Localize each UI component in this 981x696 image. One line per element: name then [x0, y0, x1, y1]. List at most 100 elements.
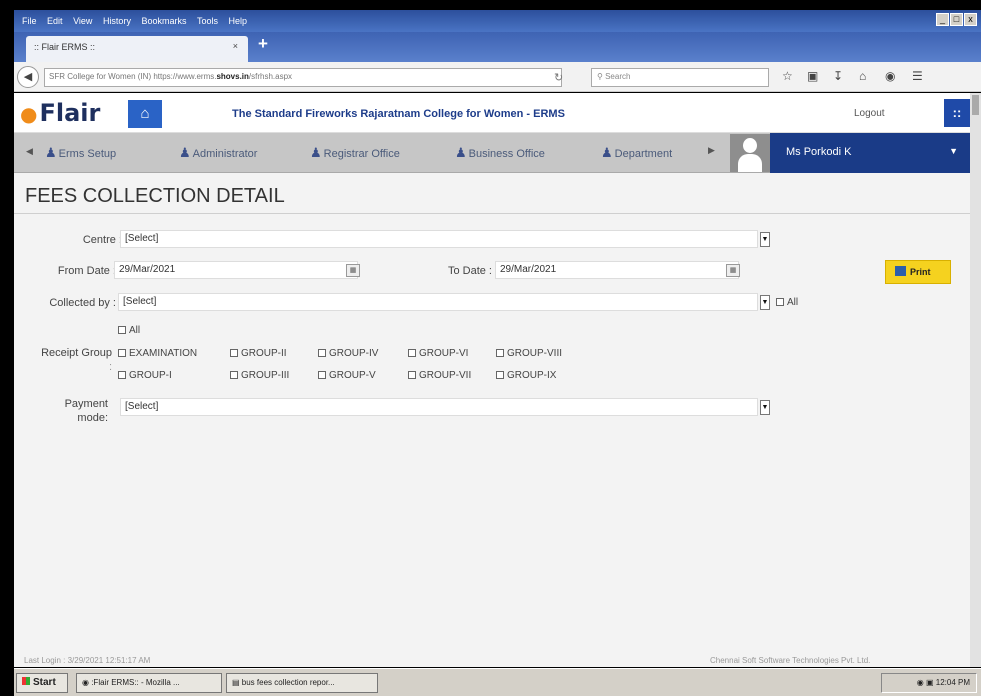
tab-close-icon[interactable]: × — [233, 41, 238, 51]
receipt-group-option[interactable]: GROUP-VII — [408, 370, 471, 381]
reload-icon[interactable]: ↻ — [554, 71, 563, 84]
download-icon[interactable]: ↧ — [833, 69, 843, 83]
logout-link[interactable]: Logout — [854, 108, 885, 119]
start-button[interactable]: Start — [16, 673, 68, 693]
collected-by-all-checkbox[interactable] — [776, 298, 784, 306]
menu-edit[interactable]: Edit — [47, 10, 63, 32]
receipt-group-checkbox[interactable] — [230, 349, 238, 357]
browser-nav-bar: ◀ SFR College for Women (IN) https://www… — [14, 62, 981, 92]
printer-icon — [895, 266, 906, 276]
nav-erms-setup-label: Erms Setup — [58, 148, 117, 160]
title-divider — [14, 213, 970, 214]
home-icon[interactable]: ⌂ — [859, 69, 866, 83]
print-button[interactable]: Print — [885, 260, 951, 284]
site-header: ●Flair ⌂ The Standard Fireworks Rajaratn… — [14, 93, 970, 133]
receipt-group-option[interactable]: GROUP-IV — [318, 348, 378, 359]
receipt-group-option[interactable]: GROUP-II — [230, 348, 287, 359]
nav-scroll-left-icon[interactable]: ◀ — [26, 146, 33, 157]
collected-by-all-label: All — [787, 297, 799, 308]
receipt-all-checkbox[interactable] — [118, 326, 126, 334]
collected-by-dropdown-arrow-icon[interactable]: ▼ — [760, 295, 770, 310]
nav-erms-setup[interactable]: ♟ Erms Setup — [45, 145, 116, 161]
receipt-group-option[interactable]: GROUP-I — [118, 370, 172, 381]
firefox-icon: ◉ — [82, 678, 92, 687]
to-date-calendar-icon[interactable]: ▦ — [726, 264, 740, 277]
nav-department[interactable]: ♟ Department — [601, 145, 672, 161]
home-button[interactable]: ⌂ — [128, 100, 162, 128]
receipt-group-checkbox[interactable] — [118, 371, 126, 379]
receipt-group-checkbox[interactable] — [496, 349, 504, 357]
receipt-group-option[interactable]: EXAMINATION — [118, 348, 197, 359]
logo-text: Flair — [39, 99, 101, 127]
url-domain: shovs.in — [216, 72, 249, 81]
receipt-group-option[interactable]: GROUP-IX — [496, 370, 556, 381]
minimize-button[interactable]: _ — [936, 13, 949, 26]
nav-registrar-office[interactable]: ♟ Registrar Office — [310, 145, 400, 161]
hamburger-menu-icon[interactable]: ☰ — [912, 69, 923, 83]
page-scrollbar[interactable] — [970, 93, 981, 667]
bookmark-star-icon[interactable]: ☆ — [782, 69, 793, 83]
from-date-calendar-icon[interactable]: ▦ — [346, 264, 360, 277]
from-date-input[interactable]: 29/Mar/2021 — [114, 261, 358, 279]
tab-title: :: Flair ERMS :: — [34, 42, 96, 52]
receipt-group-checkbox[interactable] — [318, 371, 326, 379]
url-bar[interactable]: SFR College for Women (IN) https://www.e… — [44, 68, 562, 87]
receipt-group-colon: : — [108, 361, 112, 373]
clock: 12:04 PM — [935, 678, 970, 687]
user-menu[interactable]: Ms Porkodi K ▼ — [770, 133, 970, 173]
from-date-label: From Date : — [57, 265, 116, 277]
collected-by-select[interactable]: [Select] — [118, 293, 758, 311]
new-tab-icon[interactable]: + — [258, 34, 268, 54]
browser-tab[interactable]: :: Flair ERMS :: × — [26, 36, 248, 62]
last-login: Last Login : 3/29/2021 12:51:17 AM — [24, 656, 151, 665]
to-date-input[interactable]: 29/Mar/2021 — [495, 261, 739, 279]
close-window-button[interactable]: x — [964, 13, 977, 26]
users-icon: ♟ — [455, 145, 467, 160]
receipt-group-checkbox[interactable] — [496, 371, 504, 379]
centre-dropdown-arrow-icon[interactable]: ▼ — [760, 232, 770, 247]
receipt-group-option[interactable]: GROUP-VI — [408, 348, 468, 359]
page-footer: Last Login : 3/29/2021 12:51:17 AM Chenn… — [14, 656, 970, 667]
windows-logo-icon — [22, 677, 30, 685]
payment-mode-select[interactable]: [Select] — [120, 398, 758, 416]
url-prefix: SFR College for Women (IN) https://www.e… — [49, 72, 217, 81]
menu-help[interactable]: Help — [229, 10, 248, 32]
taskbar-item-report[interactable]: ▤ bus fees collection repor... — [226, 673, 378, 693]
system-tray: ◉ ▣ 12:04 PM — [881, 673, 977, 693]
payment-mode-dropdown-arrow-icon[interactable]: ▼ — [760, 400, 770, 415]
receipt-group-option-label: GROUP-VIII — [507, 348, 563, 359]
print-label: Print — [910, 267, 931, 277]
nav-business-office[interactable]: ♟ Business Office — [455, 145, 545, 161]
library-icon[interactable]: ▣ — [807, 69, 818, 83]
back-arrow-icon[interactable]: ◀ — [17, 66, 39, 88]
menu-history[interactable]: History — [103, 10, 131, 32]
scrollbar-thumb[interactable] — [972, 95, 979, 115]
receipt-group-option[interactable]: GROUP-III — [230, 370, 289, 381]
apps-grid-button[interactable]: :: — [944, 99, 970, 127]
tab-strip: :: Flair ERMS :: × + — [14, 32, 981, 62]
menu-bookmarks[interactable]: Bookmarks — [141, 10, 186, 32]
nav-registrar-office-label: Registrar Office — [323, 148, 400, 160]
receipt-group-option[interactable]: GROUP-V — [318, 370, 376, 381]
receipt-group-option[interactable]: GROUP-VIII — [496, 348, 562, 359]
screen: File Edit View History Bookmarks Tools H… — [0, 0, 981, 696]
receipt-group-checkbox[interactable] — [318, 349, 326, 357]
receipt-group-checkbox[interactable] — [230, 371, 238, 379]
receipt-all-option[interactable]: All — [118, 325, 140, 336]
centre-select[interactable]: [Select] — [120, 230, 758, 248]
menu-view[interactable]: View — [73, 10, 92, 32]
menu-file[interactable]: File — [22, 10, 37, 32]
pocket-icon[interactable]: ◉ — [885, 69, 895, 83]
menu-tools[interactable]: Tools — [197, 10, 218, 32]
search-input[interactable]: ⚲ Search — [591, 68, 769, 87]
taskbar-item-firefox[interactable]: ◉ :Flair ERMS:: - Mozilla ... — [76, 673, 222, 693]
collected-by-all-option[interactable]: All — [776, 297, 798, 308]
nav-administrator[interactable]: ♟ Administrator — [179, 145, 257, 161]
maximize-button[interactable]: □ — [950, 13, 963, 26]
receipt-group-checkbox[interactable] — [408, 349, 416, 357]
avatar[interactable] — [730, 134, 770, 172]
nav-scroll-right-icon[interactable]: ▶ — [708, 145, 715, 156]
receipt-group-checkbox[interactable] — [118, 349, 126, 357]
tray-icons[interactable]: ◉ ▣ — [917, 678, 936, 687]
receipt-group-checkbox[interactable] — [408, 371, 416, 379]
